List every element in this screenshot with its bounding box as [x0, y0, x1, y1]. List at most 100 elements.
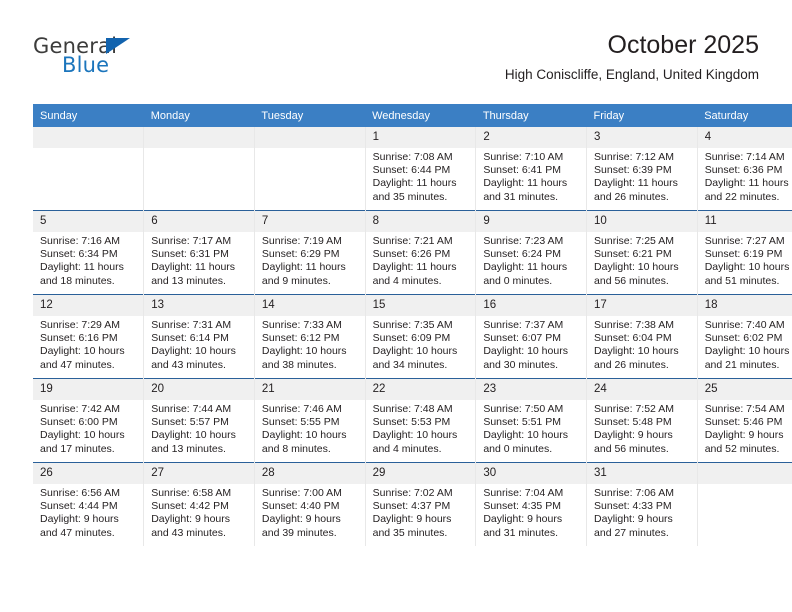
title-block: October 2025 High Coniscliffe, England, … [505, 30, 759, 85]
day-details: Sunrise: 7:27 AM Sunset: 6:19 PM Daylight:… [698, 232, 792, 288]
calendar-day-cell[interactable]: 25 Sunrise: 7:54 AM Sunset: 5:46 PM Dayligh… [696, 378, 792, 463]
day-details: Sunrise: 7:08 AM Sunset: 6:44 PM Daylight:… [366, 148, 476, 204]
daylight-text: Daylight: 11 hours and 4 minutes. [372, 261, 457, 287]
calendar-day-cell[interactable]: 12 Sunrise: 7:29 AM Sunset: 6:16 PM Dayligh… [33, 294, 145, 379]
weekday-header-sunday: Sunday [33, 104, 144, 127]
calendar-week-row: 19 Sunrise: 7:42 AM Sunset: 6:00 PM Dayligh… [33, 378, 792, 463]
day-number: 17 [587, 295, 697, 316]
sunset-text: Sunset: 6:31 PM [151, 248, 229, 261]
day-number: 27 [144, 463, 254, 484]
calendar-day-cell[interactable]: 30 Sunrise: 7:04 AM Sunset: 4:35 PM Dayligh… [475, 462, 588, 546]
calendar-day-cell[interactable]: 7 Sunrise: 7:19 AM Sunset: 6:29 PM Daylight… [253, 210, 366, 295]
sunrise-text: Sunrise: 7:33 AM [261, 319, 342, 331]
day-details: Sunrise: 7:31 AM Sunset: 6:14 PM Daylight:… [144, 316, 254, 372]
calendar-day-cell[interactable]: 31 Sunrise: 7:06 AM Sunset: 4:33 PM Dayligh… [586, 462, 698, 546]
calendar-day-cell[interactable]: 8 Sunrise: 7:21 AM Sunset: 6:26 PM Daylight… [364, 210, 477, 295]
sunrise-text: Sunrise: 7:08 AM [372, 151, 453, 163]
sunset-text: Sunset: 6:04 PM [594, 332, 672, 345]
sunset-text: Sunset: 4:44 PM [40, 500, 118, 513]
day-number: 15 [365, 295, 476, 316]
calendar-day-cell[interactable]: 24 Sunrise: 7:52 AM Sunset: 5:48 PM Dayligh… [586, 378, 698, 463]
calendar-day-cell[interactable]: 19 Sunrise: 7:42 AM Sunset: 6:00 PM Dayligh… [33, 378, 145, 463]
daylight-text: Daylight: 10 hours and 0 minutes. [483, 429, 568, 455]
calendar-day-cell[interactable]: 20 Sunrise: 7:44 AM Sunset: 5:57 PM Dayligh… [143, 378, 255, 463]
calendar-day-cell[interactable]: 3 Sunrise: 7:12 AM Sunset: 6:39 PM Daylight… [586, 127, 698, 211]
day-details: Sunrise: 7:46 AM Sunset: 5:55 PM Daylight:… [255, 400, 365, 456]
calendar-day-cell[interactable]: 5 Sunrise: 7:16 AM Sunset: 6:34 PM Daylight… [33, 210, 145, 295]
sunrise-text: Sunrise: 7:10 AM [483, 151, 564, 163]
daylight-text: Daylight: 11 hours and 13 minutes. [151, 261, 236, 287]
day-details: Sunrise: 7:42 AM Sunset: 6:00 PM Daylight:… [33, 400, 143, 456]
day-number [144, 127, 254, 148]
sunset-text: Sunset: 4:37 PM [372, 500, 451, 513]
day-details: Sunrise: 7:33 AM Sunset: 6:12 PM Daylight:… [255, 316, 365, 372]
daylight-text: Daylight: 10 hours and 26 minutes. [594, 345, 679, 371]
sunset-text: Sunset: 5:48 PM [594, 416, 672, 429]
day-details: Sunrise: 7:50 AM Sunset: 5:51 PM Daylight:… [476, 400, 586, 456]
sunrise-text: Sunrise: 7:00 AM [261, 487, 342, 499]
day-number: 29 [365, 463, 476, 484]
page-title: October 2025 [607, 31, 760, 59]
daylight-text: Daylight: 9 hours and 31 minutes. [483, 513, 563, 539]
day-number: 24 [587, 379, 697, 400]
calendar-day-cell[interactable]: 4 Sunrise: 7:14 AM Sunset: 6:36 PM Daylight… [696, 127, 792, 211]
day-details: Sunrise: 7:48 AM Sunset: 5:53 PM Daylight:… [366, 400, 476, 456]
day-number [254, 127, 365, 148]
calendar-week-row: 5 Sunrise: 7:16 AM Sunset: 6:34 PM Daylight… [33, 210, 792, 295]
sunset-text: Sunset: 6:36 PM [704, 164, 783, 177]
calendar-day-cell[interactable]: 22 Sunrise: 7:48 AM Sunset: 5:53 PM Dayligh… [364, 378, 477, 463]
calendar-day-cell[interactable]: 21 Sunrise: 7:46 AM Sunset: 5:55 PM Dayligh… [253, 378, 366, 463]
calendar-day-cell[interactable]: 6 Sunrise: 7:17 AM Sunset: 6:31 PM Daylight… [143, 210, 255, 295]
daylight-text: Daylight: 9 hours and 39 minutes. [261, 513, 341, 539]
calendar-day-cell[interactable]: 18 Sunrise: 7:40 AM Sunset: 6:02 PM Dayligh… [696, 294, 792, 379]
calendar-day-cell[interactable]: 26 Sunrise: 6:56 AM Sunset: 4:44 PM Dayligh… [33, 462, 145, 546]
sunrise-text: Sunrise: 7:40 AM [704, 319, 785, 331]
day-number: 13 [144, 295, 254, 316]
day-number: 2 [476, 127, 587, 148]
calendar-day-cell[interactable]: 11 Sunrise: 7:27 AM Sunset: 6:19 PM Dayligh… [696, 210, 792, 295]
sunrise-text: Sunrise: 7:44 AM [151, 403, 232, 415]
daylight-text: Daylight: 9 hours and 35 minutes. [372, 513, 452, 539]
calendar-day-cell[interactable]: 1 Sunrise: 7:08 AM Sunset: 6:44 PM Daylight… [364, 127, 477, 211]
calendar-day-cell[interactable]: 15 Sunrise: 7:35 AM Sunset: 6:09 PM Dayligh… [364, 294, 477, 379]
weekday-header-tuesday: Tuesday [254, 104, 366, 127]
day-details: Sunrise: 7:54 AM Sunset: 5:46 PM Daylight:… [698, 400, 792, 456]
calendar-day-cell[interactable]: 28 Sunrise: 7:00 AM Sunset: 4:40 PM Dayligh… [253, 462, 366, 546]
daylight-text: Daylight: 11 hours and 0 minutes. [483, 261, 568, 287]
sunrise-text: Sunrise: 7:35 AM [372, 319, 453, 331]
sunset-text: Sunset: 6:09 PM [372, 332, 451, 345]
day-details: Sunrise: 7:38 AM Sunset: 6:04 PM Daylight:… [587, 316, 697, 372]
day-number: 30 [476, 463, 587, 484]
daylight-text: Daylight: 9 hours and 52 minutes. [704, 429, 784, 455]
sunset-text: Sunset: 4:35 PM [483, 500, 561, 513]
calendar-day-cell[interactable]: 27 Sunrise: 6:58 AM Sunset: 4:42 PM Dayligh… [143, 462, 255, 546]
sunset-text: Sunset: 6:44 PM [372, 164, 451, 177]
day-details: Sunrise: 7:52 AM Sunset: 5:48 PM Daylight:… [587, 400, 697, 456]
sunrise-text: Sunrise: 7:06 AM [594, 487, 674, 499]
page-header: General Blue October 2025 High Conisclif… [33, 30, 759, 96]
daylight-text: Daylight: 10 hours and 47 minutes. [40, 345, 125, 371]
day-number: 12 [33, 295, 144, 316]
calendar-day-cell[interactable]: 23 Sunrise: 7:50 AM Sunset: 5:51 PM Dayligh… [475, 378, 588, 463]
calendar-week-row: 12 Sunrise: 7:29 AM Sunset: 6:16 PM Dayligh… [33, 294, 792, 379]
calendar-day-cell[interactable]: 2 Sunrise: 7:10 AM Sunset: 6:41 PM Daylight… [475, 127, 588, 211]
calendar-day-cell[interactable]: 17 Sunrise: 7:38 AM Sunset: 6:04 PM Dayligh… [586, 294, 698, 379]
sunrise-text: Sunrise: 7:02 AM [372, 487, 453, 499]
day-number: 22 [365, 379, 476, 400]
daylight-text: Daylight: 10 hours and 8 minutes. [261, 429, 347, 455]
sunrise-text: Sunrise: 7:31 AM [151, 319, 232, 331]
sunset-text: Sunset: 5:53 PM [372, 416, 451, 429]
calendar-day-cell[interactable]: 29 Sunrise: 7:02 AM Sunset: 4:37 PM Dayligh… [364, 462, 477, 546]
calendar-day-cell[interactable]: 14 Sunrise: 7:33 AM Sunset: 6:12 PM Dayligh… [253, 294, 366, 379]
sunrise-text: Sunrise: 7:04 AM [483, 487, 564, 499]
calendar-day-cell-empty [143, 127, 255, 211]
day-details: Sunrise: 7:17 AM Sunset: 6:31 PM Daylight:… [144, 232, 254, 288]
calendar-day-cell[interactable]: 10 Sunrise: 7:25 AM Sunset: 6:21 PM Dayligh… [586, 210, 698, 295]
calendar-day-cell[interactable]: 13 Sunrise: 7:31 AM Sunset: 6:14 PM Dayligh… [143, 294, 255, 379]
sunrise-text: Sunrise: 7:54 AM [704, 403, 785, 415]
calendar-day-cell-empty [696, 462, 792, 546]
calendar-day-cell[interactable]: 16 Sunrise: 7:37 AM Sunset: 6:07 PM Dayligh… [475, 294, 588, 379]
sunset-text: Sunset: 6:29 PM [261, 248, 340, 261]
day-details: Sunrise: 7:40 AM Sunset: 6:02 PM Daylight:… [698, 316, 792, 372]
calendar-day-cell[interactable]: 9 Sunrise: 7:23 AM Sunset: 6:24 PM Daylight… [475, 210, 588, 295]
